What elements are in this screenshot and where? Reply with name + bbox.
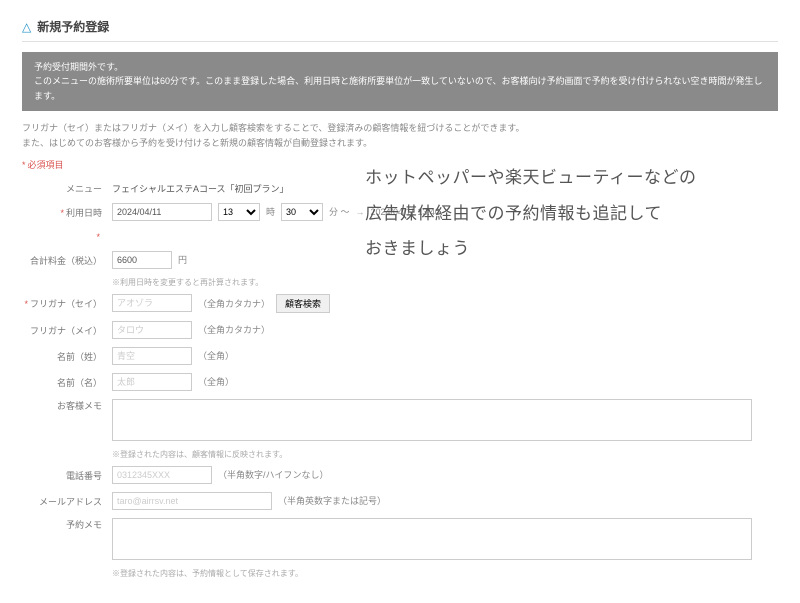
tel-hint: （半角数字/ハイフンなし） [218, 468, 329, 481]
mei-input[interactable] [112, 373, 192, 391]
row-email: メールアドレス （半角英数字または記号） [22, 492, 778, 510]
min-unit: 分 〜 [329, 205, 350, 218]
zen-hint2: （全角） [198, 375, 234, 388]
kana-hint2: （全角カタカナ） [198, 323, 270, 336]
value-menu: フェイシャルエステAコース「初回プラン」 [112, 179, 289, 195]
label-menu: メニュー [22, 179, 112, 195]
price-unit: 円 [178, 253, 187, 266]
row-spacer: * [22, 229, 778, 243]
label-cust-memo: お客様メモ [22, 399, 112, 412]
label-price: 合計料金（税込） [22, 251, 112, 267]
end-time: 2024/04/11 13:40 [371, 207, 440, 217]
sei-kana-input[interactable] [112, 294, 192, 312]
row-tel: 電話番号 （半角数字/ハイフンなし） [22, 466, 778, 484]
arrow-icon: → [356, 207, 365, 217]
label-sei: 名前（姓） [22, 347, 112, 363]
label-tel: 電話番号 [22, 466, 112, 482]
tel-input[interactable] [112, 466, 212, 484]
label-sei-kana: *フリガナ（セイ） [22, 294, 112, 310]
alert-line1: 予約受付期間外です。 [34, 60, 766, 74]
hint-line2: また、はじめてのお客様から予約を受け付けると新規の顧客情報が自動登録されます。 [22, 136, 778, 150]
cust-memo-textarea[interactable] [112, 399, 752, 441]
zen-hint1: （全角） [198, 349, 234, 362]
triangle-icon: △ [22, 20, 31, 34]
label-resv-memo: 予約メモ [22, 518, 112, 531]
label-datetime: *利用日時 [22, 203, 112, 219]
label-mei: 名前（名） [22, 373, 112, 389]
alert-banner: 予約受付期間外です。 このメニューの施術所要単位は60分です。このまま登録した場… [22, 52, 778, 111]
row-resv-memo: 予約メモ [22, 518, 778, 560]
hint-line1: フリガナ（セイ）またはフリガナ（メイ）を入力し顧客検索をすることで、登録済みの顧… [22, 121, 778, 135]
hint-text: フリガナ（セイ）またはフリガナ（メイ）を入力し顧客検索をすることで、登録済みの顧… [22, 121, 778, 150]
row-sei: 名前（姓） （全角） [22, 347, 778, 365]
row-mei-kana: フリガナ（メイ） （全角カタカナ） [22, 321, 778, 339]
label-mei-kana: フリガナ（メイ） [22, 321, 112, 337]
kana-hint1: （全角カタカナ） [198, 297, 270, 310]
sei-input[interactable] [112, 347, 192, 365]
blank-field [112, 229, 162, 243]
page-header: △ 新規予約登録 [22, 18, 778, 42]
email-input[interactable] [112, 492, 272, 510]
cust-memo-note: ※登録された内容は、顧客情報に反映されます。 [112, 449, 778, 460]
page-title: 新規予約登録 [37, 18, 109, 35]
price-note: ※利用日時を変更すると再計算されます。 [112, 277, 778, 288]
hour-unit: 時 [266, 205, 275, 218]
row-cust-memo: お客様メモ [22, 399, 778, 441]
hour-select[interactable]: 13 [218, 203, 260, 221]
row-mei: 名前（名） （全角） [22, 373, 778, 391]
minute-select[interactable]: 30 [281, 203, 323, 221]
alert-line2: このメニューの施術所要単位は60分です。このまま登録した場合、利用日時と施術所要… [34, 74, 766, 103]
customer-search-button[interactable]: 顧客検索 [276, 294, 330, 313]
resv-memo-textarea[interactable] [112, 518, 752, 560]
row-menu: メニュー フェイシャルエステAコース「初回プラン」 [22, 179, 778, 195]
mei-kana-input[interactable] [112, 321, 192, 339]
email-hint: （半角英数字または記号） [278, 494, 386, 507]
row-price: 合計料金（税込） 円 [22, 251, 778, 269]
resv-memo-note: ※登録された内容は、予約情報として保存されます。 [112, 568, 778, 579]
required-note: *必須項目 [22, 158, 778, 171]
price-input[interactable] [112, 251, 172, 269]
row-sei-kana: *フリガナ（セイ） （全角カタカナ） 顧客検索 [22, 294, 778, 313]
row-datetime: *利用日時 13 時 30 分 〜 → 2024/04/11 13:40 [22, 203, 778, 221]
date-input[interactable] [112, 203, 212, 221]
